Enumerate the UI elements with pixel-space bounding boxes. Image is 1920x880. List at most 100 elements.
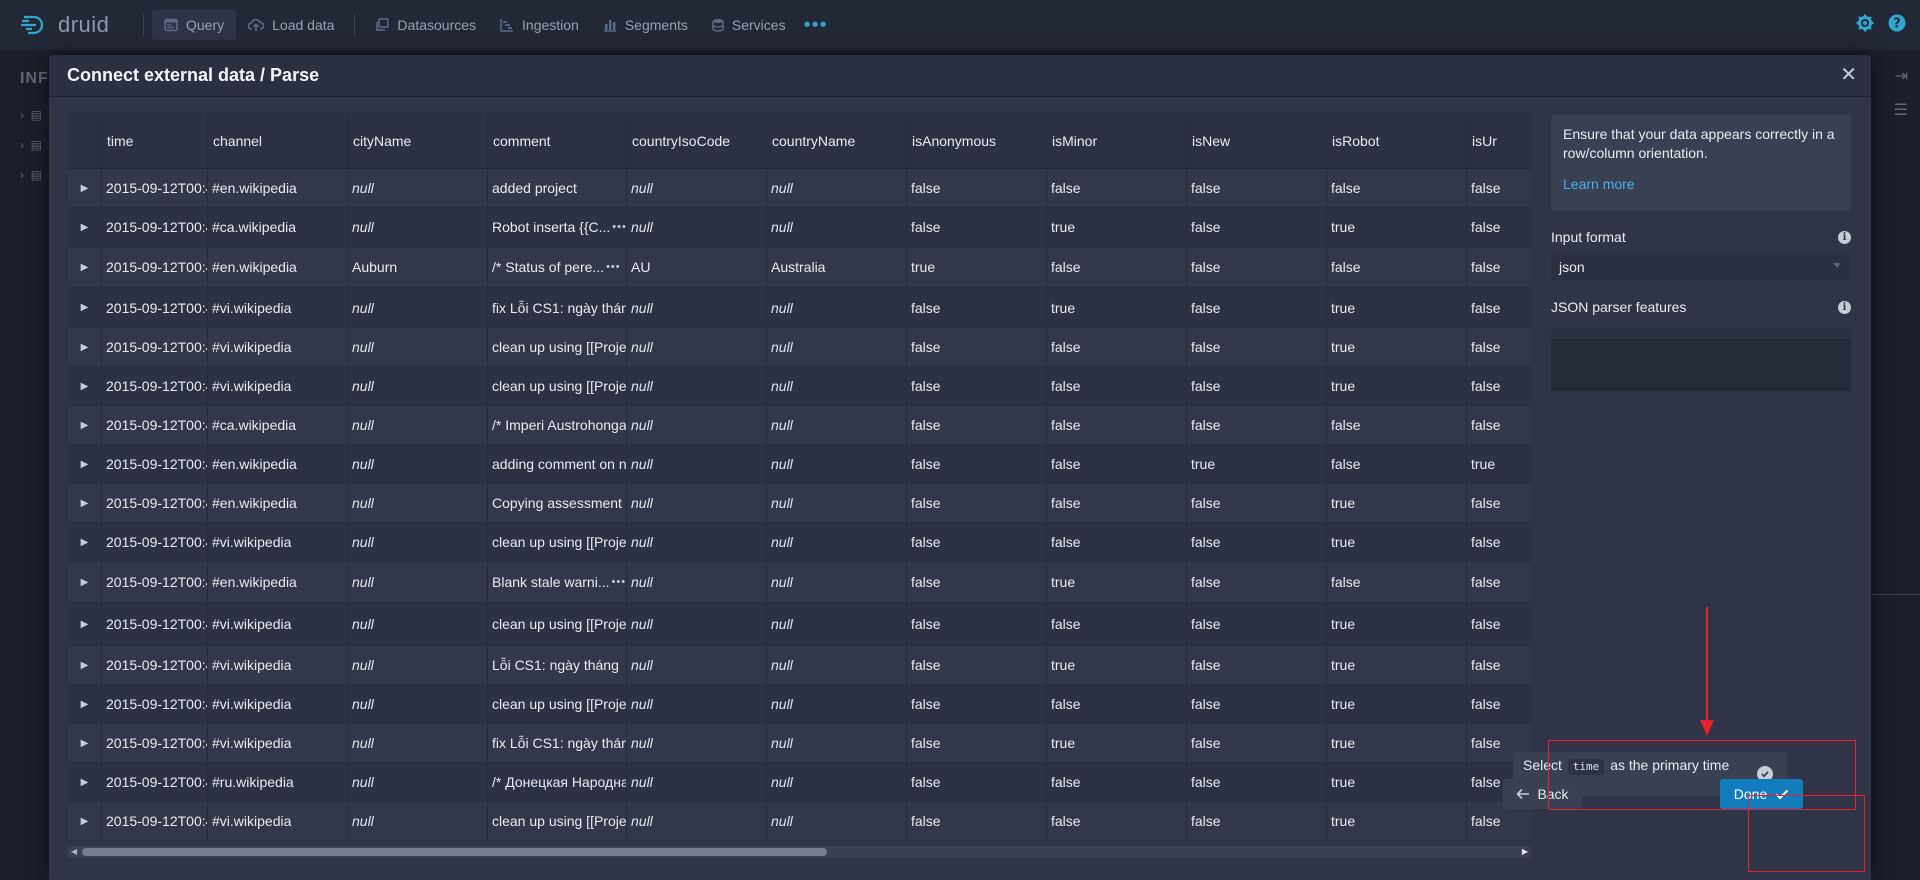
table-row[interactable]: ▶2015-09-12T00:47:47.8#vi.wikipedianullc… [68,802,1531,841]
expand-row-icon[interactable]: ▶ [68,802,102,840]
nav-segments[interactable]: Segments [591,10,700,40]
cell-value: false [1051,180,1081,196]
expand-row-icon[interactable]: ▶ [68,169,102,207]
expand-row-icon[interactable]: ▶ [68,328,102,366]
cell-value: fix Lỗi CS1: ngày tháng [492,735,627,751]
column-header[interactable]: comment [488,113,627,168]
table-row[interactable]: ▶2015-09-12T00:47:08.7#vi.wikipedianullf… [68,288,1531,328]
cell-value: 2015-09-12T00:47:37.8 [106,696,207,712]
expand-row-icon[interactable]: ▶ [68,763,102,801]
table-row[interactable]: ▶2015-09-12T00:47:44.9#ru.wikipedianull/… [68,763,1531,802]
learn-more-link[interactable]: Learn more [1563,175,1635,194]
table-cell: false [1467,367,1531,405]
scrollbar-thumb[interactable] [82,848,827,856]
expand-row-icon[interactable]: ▶ [68,445,102,483]
table-row[interactable]: ▶2015-09-12T00:47:05.4 #en.wikipedia Aubur… [68,247,1531,288]
info-icon[interactable]: i [1838,300,1851,314]
input-format-select[interactable]: json [1551,253,1851,281]
cell-value: false [1471,417,1501,433]
cell-value: null [771,813,793,829]
nav-services-label: Services [731,17,786,33]
cell-value: true [1331,299,1356,316]
column-header[interactable]: cityName [348,113,488,168]
column-header[interactable]: countryName [767,113,907,168]
table-row[interactable]: ▶2015-09-12T00:47:25.8#vi.wikipedianullc… [68,523,1531,562]
nav-more-button[interactable]: ••• [798,14,834,37]
expand-row-icon[interactable]: ▶ [68,406,102,444]
cell-value: 2015-09-12T00:47:42.0 [106,735,207,751]
cell-value: null [771,495,793,511]
cell-value: #en.wikipedia [212,574,297,590]
table-row[interactable]: ▶2015-09-12T00:46:58.7 #en.wikipedia null a… [68,169,1531,208]
expand-row-icon[interactable]: ▶ [68,685,102,723]
scroll-left-icon[interactable]: ◀ [71,847,77,856]
nav-datasources[interactable]: Datasources [363,10,488,40]
table-row[interactable]: ▶2015-09-12T00:47:42.0#vi.wikipedianullf… [68,724,1531,763]
table-row[interactable]: ▶2015-09-12T00:47:37.8#vi.wikipedianullc… [68,685,1531,724]
table-cell: false [1467,406,1531,444]
cell-value: null [771,219,793,235]
column-header[interactable]: isAnonymous [907,113,1047,168]
table-cell: true [1327,763,1467,801]
cell-value: false [1051,534,1081,550]
cell-value: null [631,616,653,632]
expand-row-icon[interactable]: ▶ [68,562,102,602]
cell-value: AU [631,259,651,275]
nav-load-data[interactable]: Load data [236,10,346,40]
table-row[interactable]: ▶2015-09-12T00:47:21.5#en.wikipedianullC… [68,484,1531,523]
column-header[interactable]: countryIsoCode [627,113,767,168]
nav-query-label: Query [186,17,225,33]
info-icon[interactable]: i [1838,230,1851,244]
expand-row-icon[interactable]: ▶ [68,603,102,645]
table-row[interactable]: ▶2015-09-12T00:47:35.7 #vi.wikipedia null L… [68,646,1531,685]
expand-row-icon[interactable]: ▶ [68,208,102,246]
nav-query[interactable]: Query [152,10,237,40]
table-cell: #vi.wikipedia [208,685,348,723]
druid-logo[interactable]: druid [20,12,135,38]
table-row[interactable]: ▶2015-09-12T00:47:29.9#en.wikipedianullB… [68,562,1531,603]
expand-row-icon[interactable]: ▶ [68,646,102,684]
nav-ingestion[interactable]: Ingestion [488,10,591,40]
truncation-more-icon[interactable]: ••• [612,576,627,588]
header-expander-cell [68,113,102,168]
gear-icon[interactable] [1856,14,1874,32]
table-row[interactable]: ▶2015-09-12T00:47:33.0#vi.wikipedianullc… [68,603,1531,646]
table-cell: /* Status of pere... ••• [488,247,627,287]
table-row[interactable]: ▶2015-09-12T00:47:11.8#vi.wikipedianullc… [68,328,1531,367]
expand-row-icon[interactable]: ▶ [68,523,102,561]
table-cell: null [767,367,907,405]
column-header[interactable]: isNew [1187,113,1327,168]
scroll-right-icon[interactable]: ▶ [1522,847,1528,856]
table-row[interactable]: ▶2015-09-12T00:47:13.9#vi.wikipedianullc… [68,367,1531,406]
expand-row-icon[interactable]: ▶ [68,367,102,405]
table-cell: false [907,288,1047,327]
truncation-more-icon[interactable]: ••• [612,221,626,233]
column-header[interactable]: isMinor [1047,113,1187,168]
expand-row-icon[interactable]: ▶ [68,288,102,327]
close-icon[interactable]: ✕ [1840,65,1857,85]
table-cell: false [1327,562,1467,602]
expand-row-icon[interactable]: ▶ [68,724,102,762]
nav-services[interactable]: Services [700,10,798,40]
table-row[interactable]: ▶2015-09-12T00:47:17.0#ca.wikipedianull/… [68,406,1531,445]
table-row[interactable]: ▶2015-09-12T00:47:00.4#ca.wikipedianullR… [68,208,1531,247]
horizontal-scrollbar[interactable]: ◀ ▶ [68,846,1531,858]
help-icon[interactable]: ? [1888,14,1906,32]
column-header[interactable]: channel [208,113,348,168]
column-header[interactable]: time [102,113,208,168]
table-cell: #vi.wikipedia [208,328,348,366]
table-row[interactable]: ▶2015-09-12T00:47:19.5#en.wikipedianulla… [68,445,1531,484]
cell-value: #en.wikipedia [212,259,297,275]
truncation-more-icon[interactable]: ••• [606,261,621,273]
expand-row-icon[interactable]: ▶ [68,484,102,522]
column-header[interactable]: isUr [1467,113,1531,168]
column-header[interactable]: isRobot [1327,113,1467,168]
table-cell: null [627,367,767,405]
json-parser-features-input[interactable] [1551,329,1851,391]
cell-value: false [911,696,941,712]
table-cell: null [627,562,767,602]
table-cell: false [1047,367,1187,405]
expand-row-icon[interactable]: ▶ [68,247,102,287]
cell-value: null [771,339,793,355]
cell-value: null [352,735,374,751]
